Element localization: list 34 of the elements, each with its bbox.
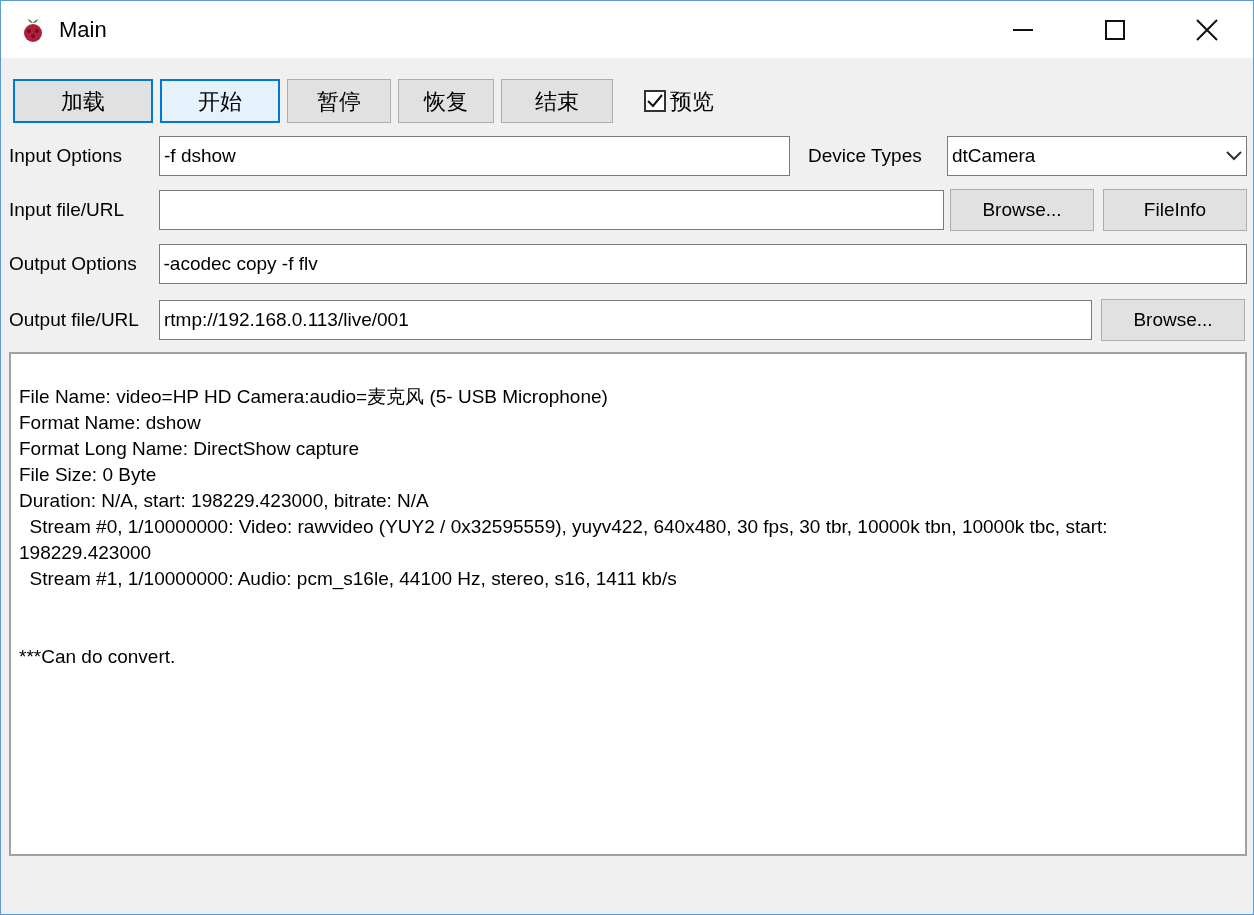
field-label: Output Options	[9, 251, 138, 276]
close-icon	[1196, 18, 1218, 41]
dialog-button[interactable]: FileInfo	[1103, 189, 1247, 231]
field-label: Input file/URL	[9, 197, 126, 222]
log-line: Format Name: dshow	[19, 411, 202, 435]
log-line: Stream #1, 1/10000000: Audio: pcm_s16le, 44100 Hz, stereo, s16, 1411 kb/s	[28, 567, 678, 592]
checkbox-label: 预览	[670, 87, 714, 116]
toolbar-button[interactable]: 加载	[13, 79, 153, 123]
dialog-button[interactable]: Browse...	[1101, 299, 1245, 341]
device-types-dropdown[interactable]: dtCamera	[947, 136, 1247, 176]
log-line: Stream #0, 1/10000000: Video: rawvideo (YUY2 / 0x32595559), yuyv422, 640x480, 30 fps, 30 tbr, 10000k tbn, 10000k tbc, start: 198229.423000	[19, 515, 1109, 565]
toolbar-button[interactable]: 开始	[160, 79, 280, 123]
preview-checkbox[interactable]	[644, 90, 666, 112]
toolbar-button[interactable]: 结束	[501, 79, 613, 123]
minimize-icon	[1013, 28, 1033, 31]
log-line: ***Can do convert.	[19, 645, 177, 669]
output-options-field[interactable]: -acodec copy -f flv	[158, 244, 1247, 284]
field-label: Output file/URL	[9, 307, 140, 332]
field-label: Device Types	[808, 143, 923, 168]
chevron-icon	[1226, 151, 1242, 161]
toolbar-button[interactable]: 暂停	[287, 79, 391, 123]
toolbar-button[interactable]: 恢复	[398, 79, 494, 123]
input-options-field[interactable]: -f dshow	[159, 136, 790, 176]
log-line: Duration: N/A, start: 198229.423000, bitrate: N/A	[19, 489, 430, 513]
log-line: Format Long Name: DirectShow capture	[19, 437, 361, 461]
output-file-field[interactable]: rtmp://192.168.0.113/live/001	[159, 300, 1092, 340]
window-title: Main	[59, 16, 107, 44]
log-line: File Size: 0 Byte	[19, 463, 158, 487]
field-label: Input Options	[9, 143, 124, 168]
dialog-button[interactable]: Browse...	[950, 189, 1094, 231]
raspberry-icon	[21, 16, 45, 43]
log-line: File Name: video=HP HD Camera:audio=麦克风 (5- USB Microphone)	[19, 385, 609, 409]
input-file-field[interactable]	[159, 190, 944, 230]
maximize-icon	[1105, 19, 1125, 40]
